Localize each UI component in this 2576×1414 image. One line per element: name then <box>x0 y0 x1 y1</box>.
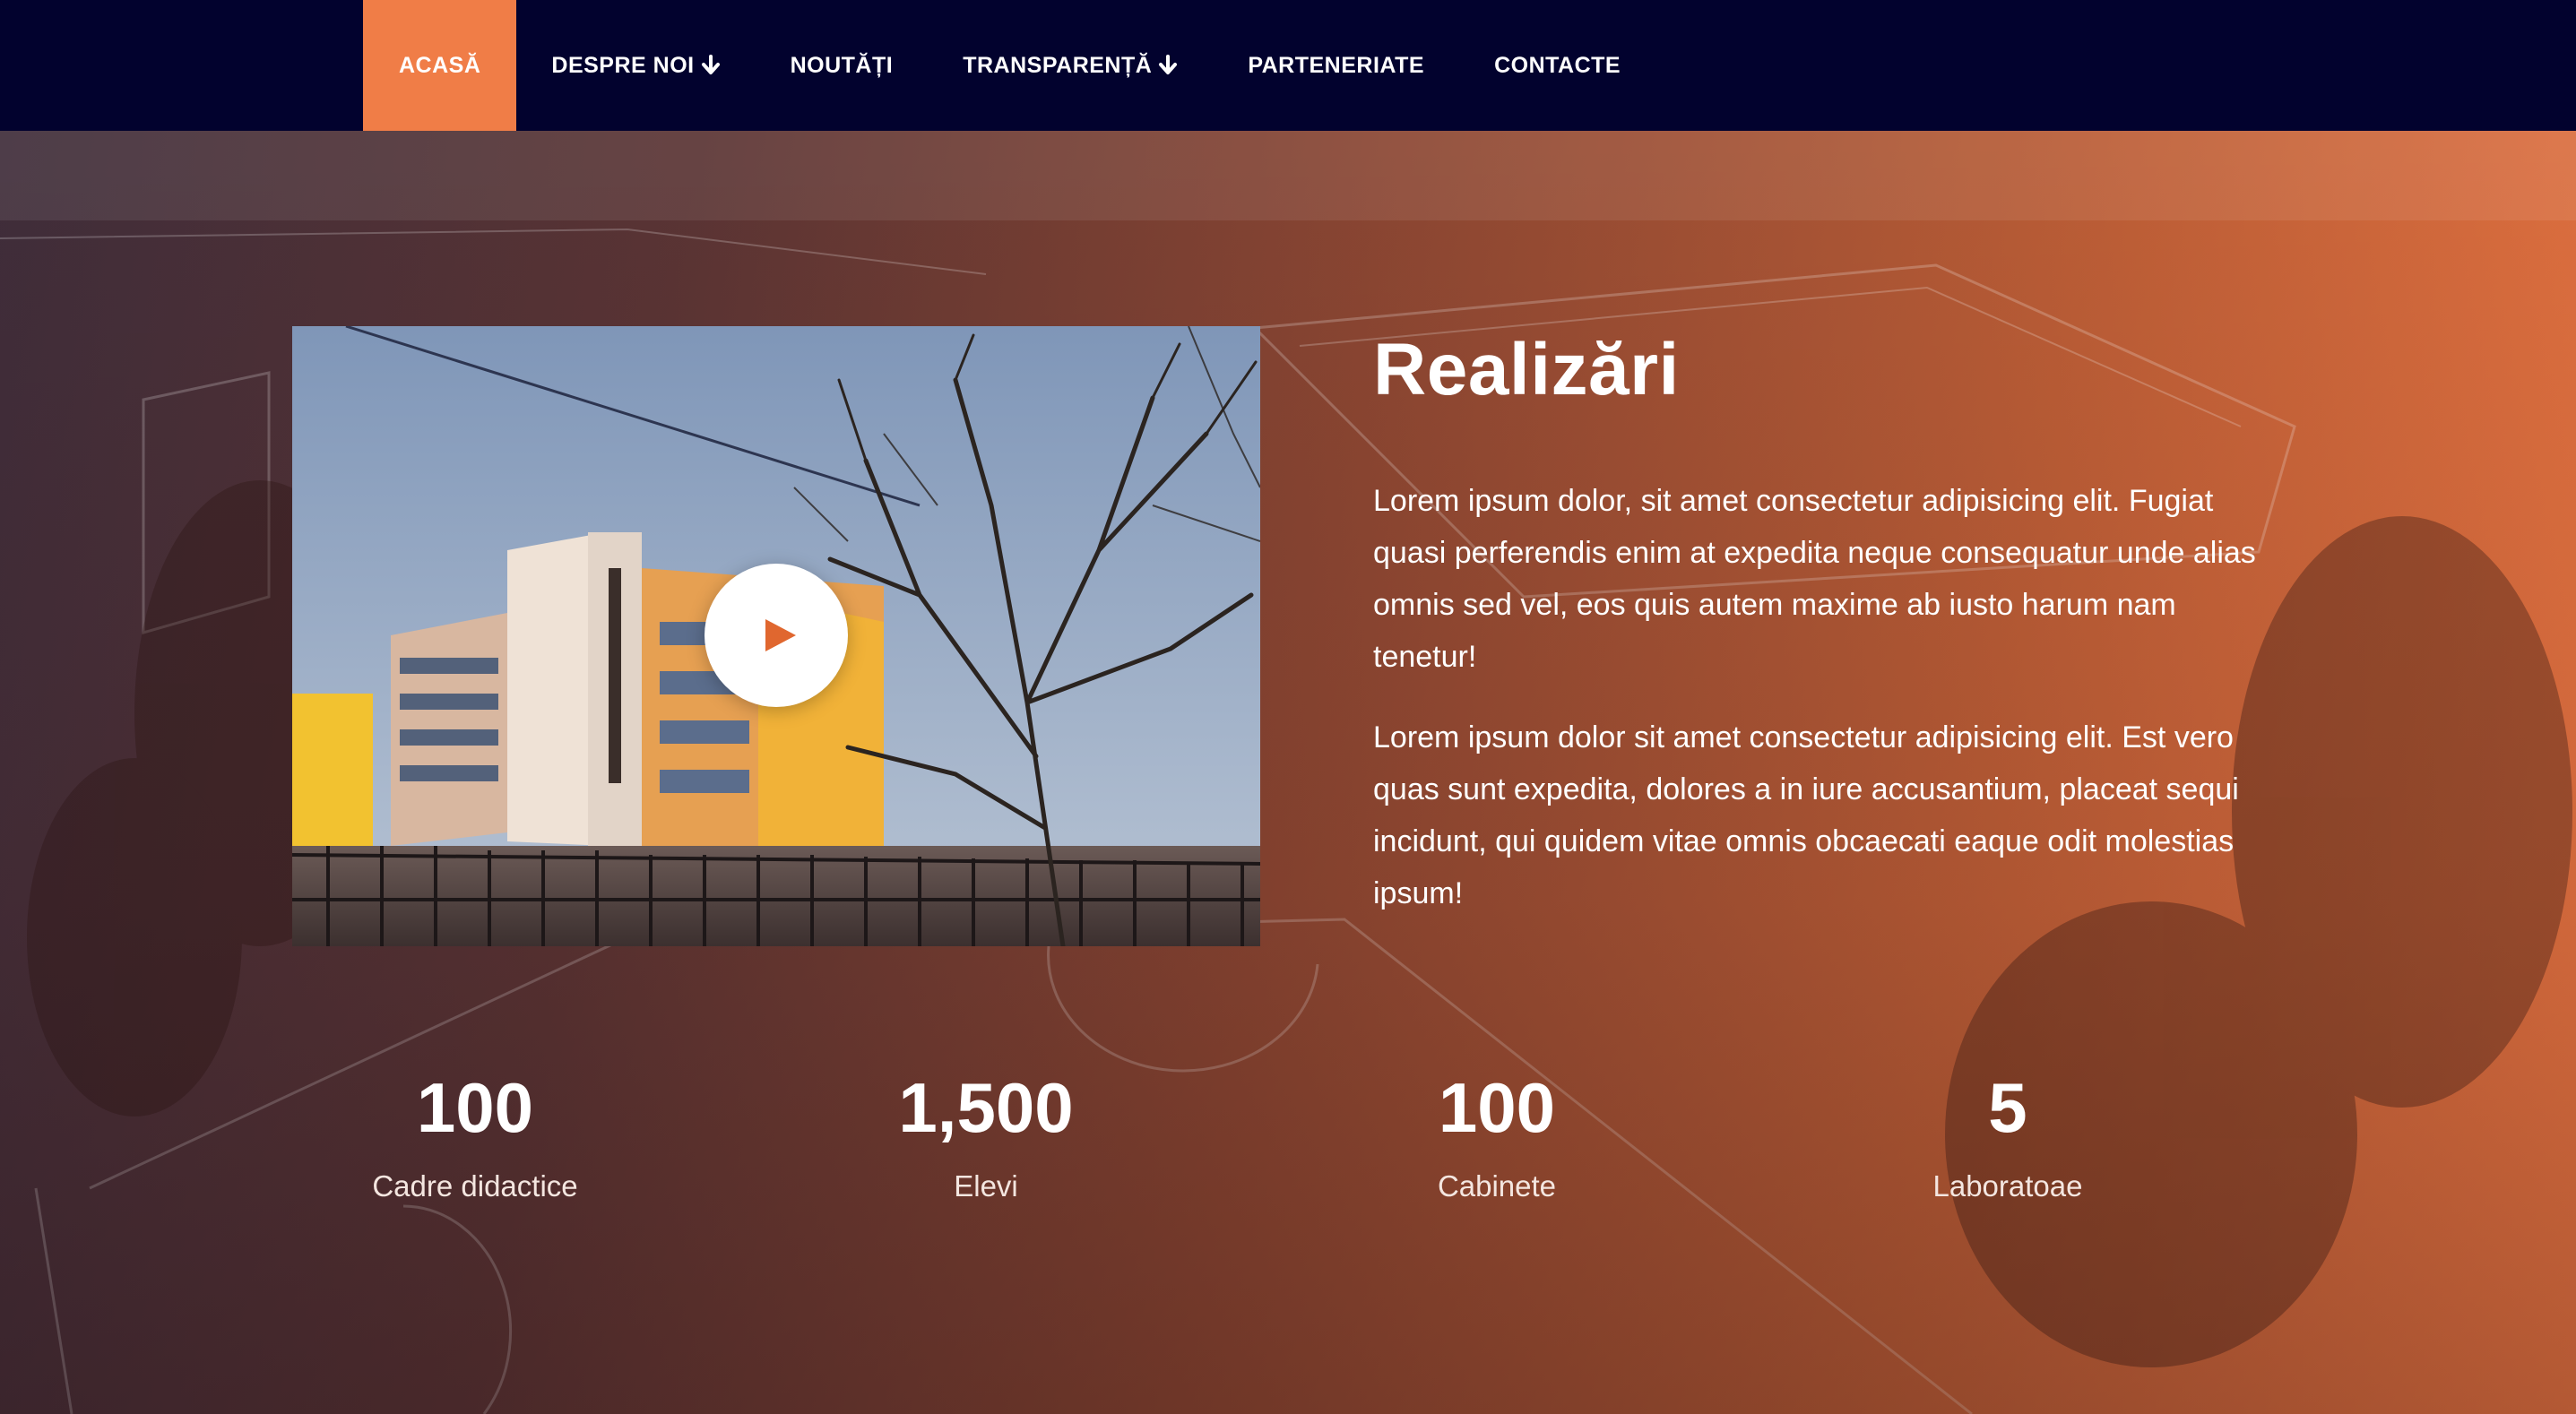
stat-label: Laboratoae <box>1932 1169 2083 1203</box>
section-title: Realizări <box>1373 329 1680 410</box>
nav-item-partnerships[interactable]: PARTENERIATE <box>1213 0 1459 131</box>
stat-number: 1,500 <box>898 1068 1074 1147</box>
nav-item-label: TRANSPARENȚĂ <box>963 52 1153 78</box>
main-navbar: ACASĂ DESPRE NOI NOUTĂȚI TRANSPARENȚĂ PA… <box>0 0 2576 131</box>
nav-item-contacts[interactable]: CONTACTE <box>1459 0 1655 131</box>
stats-row: 100 Cadre didactice 1,500 Elevi 100 Cabi… <box>296 1063 2357 1242</box>
stat-students: 1,500 Elevi <box>807 1063 1165 1210</box>
stat-label: Elevi <box>954 1169 1018 1203</box>
stat-label: Cadre didactice <box>372 1169 578 1203</box>
stat-number: 100 <box>416 1068 534 1147</box>
stat-label: Cabinete <box>1437 1169 1557 1203</box>
nav-item-label: DESPRE NOI <box>551 52 695 78</box>
nav-item-label: NOUTĂȚI <box>790 52 894 78</box>
play-button[interactable] <box>705 564 848 707</box>
nav-item-label: ACASĂ <box>399 52 481 78</box>
nav-item-about[interactable]: DESPRE NOI <box>516 0 755 131</box>
achievements-paragraph-1: Lorem ipsum dolor, sit amet consectetur … <box>1373 484 2256 674</box>
stat-number: 5 <box>1988 1068 2027 1147</box>
stat-laboratories: 5 Laboratoae <box>1828 1063 2187 1210</box>
play-icon <box>765 619 796 651</box>
nav-item-label: CONTACTE <box>1494 52 1621 78</box>
school-video-thumbnail[interactable] <box>292 326 1260 946</box>
arrow-down-icon <box>1158 55 1178 76</box>
achievements-section: Realizări Lorem ipsum dolor, sit amet co… <box>0 131 2576 1414</box>
nav-item-home[interactable]: ACASĂ <box>363 0 517 131</box>
stat-number: 100 <box>1438 1068 1556 1147</box>
nav-item-label: PARTENERIATE <box>1248 52 1425 78</box>
nav-item-news[interactable]: NOUTĂȚI <box>756 0 929 131</box>
stat-classrooms: 100 Cabinete <box>1318 1063 1676 1210</box>
stat-teachers: 100 Cadre didactice <box>296 1063 654 1210</box>
nav-item-transparency[interactable]: TRANSPARENȚĂ <box>928 0 1213 131</box>
arrow-down-icon <box>701 55 721 76</box>
achievements-paragraph-2: Lorem ipsum dolor sit amet consectetur a… <box>1373 720 2239 910</box>
nav-menu: ACASĂ DESPRE NOI NOUTĂȚI TRANSPARENȚĂ PA… <box>363 0 1655 131</box>
